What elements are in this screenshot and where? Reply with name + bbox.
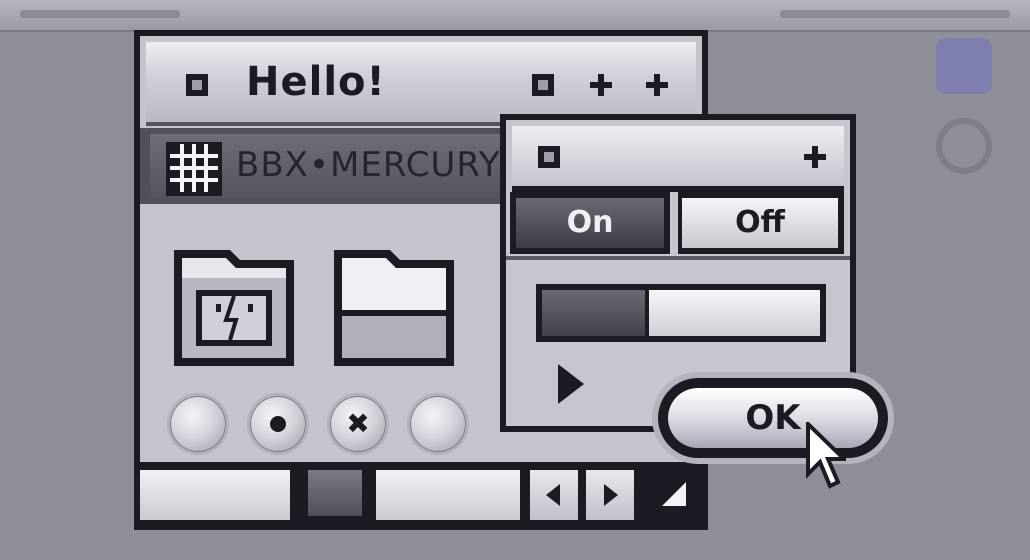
radio-button-selected[interactable] — [250, 396, 306, 452]
desktop-menu-bar — [0, 0, 1030, 32]
toggle-on-face: On — [516, 198, 664, 248]
radio-dot-icon — [270, 416, 286, 432]
folder-icon[interactable] — [330, 242, 460, 376]
scroll-left-button[interactable] — [530, 470, 578, 520]
ok-button-face: OK — [668, 388, 878, 448]
plus-icon-2[interactable] — [646, 74, 668, 96]
menu-bar-blur-left — [20, 10, 180, 18]
ok-button-label: OK — [745, 398, 801, 438]
desktop-disc-icon[interactable] — [936, 118, 992, 174]
toggle-on-button[interactable]: On — [510, 192, 670, 254]
panel-close-box-button[interactable] — [538, 146, 560, 168]
scroll-thumb[interactable] — [300, 462, 370, 524]
plus-icon[interactable] — [590, 74, 612, 96]
arrow-left-icon — [546, 484, 560, 506]
scroll-track-left[interactable] — [140, 470, 290, 520]
horizontal-scrollbar[interactable] — [140, 462, 702, 524]
panel-divider — [506, 256, 850, 260]
toggle-off-label: Off — [735, 205, 785, 240]
menu-bar-blur-right — [780, 10, 1010, 18]
toggle-off-button[interactable]: Off — [678, 192, 844, 254]
radio-button-4[interactable] — [410, 396, 466, 452]
window-title: Hello! — [246, 59, 386, 105]
progress-bar — [536, 284, 826, 342]
toggle-off-face: Off — [682, 198, 838, 248]
grow-box-icon — [662, 482, 686, 506]
disclosure-triangle-icon[interactable] — [558, 364, 584, 408]
finder-folder-icon[interactable] — [170, 242, 300, 376]
toggle-on-label: On — [566, 205, 614, 240]
ok-button[interactable]: OK — [658, 378, 888, 458]
resize-handle[interactable] — [644, 462, 702, 524]
arrow-right-icon — [604, 484, 618, 506]
desktop-drive-icon[interactable] — [936, 38, 992, 94]
radio-button-mixed[interactable]: ✖ — [330, 396, 386, 452]
scroll-track-right[interactable] — [376, 470, 520, 520]
zoom-box-button[interactable] — [532, 74, 554, 96]
x-mark-icon: ✖ — [346, 407, 370, 440]
progress-fill — [542, 290, 649, 336]
progress-track — [542, 290, 820, 336]
grid-icon[interactable] — [166, 142, 222, 196]
radio-button-1[interactable] — [170, 396, 226, 452]
location-label: BBX•MERCURY — [236, 145, 501, 185]
scroll-right-button[interactable] — [586, 470, 634, 520]
mouse-pointer-icon — [806, 419, 849, 494]
ok-button-well: OK — [652, 372, 894, 464]
close-box-button[interactable] — [186, 74, 208, 96]
panel-plus-icon[interactable] — [804, 146, 826, 168]
panel-titlebar[interactable] — [512, 126, 844, 192]
